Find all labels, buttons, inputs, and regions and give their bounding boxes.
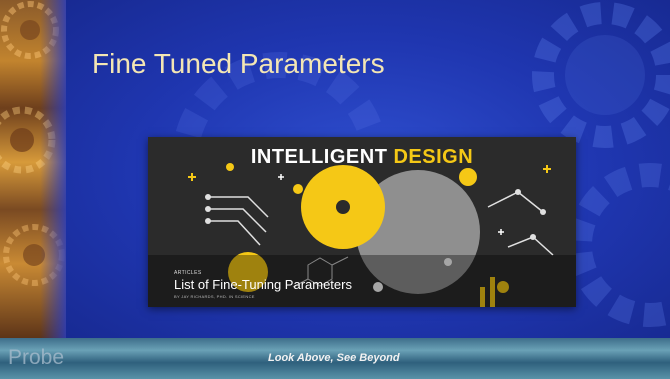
gear-hub bbox=[20, 20, 40, 40]
article-image: INTELLIGENT DESIGN ARTICLES List of Fine… bbox=[148, 137, 576, 307]
heading-word-design: DESIGN bbox=[393, 146, 474, 168]
gear-watermark-icon bbox=[532, 2, 670, 148]
article-title: List of Fine-Tuning Parameters bbox=[174, 277, 352, 292]
small-yellow-dot bbox=[459, 168, 477, 186]
decorative-side-strip bbox=[0, 0, 66, 338]
gear-pattern bbox=[0, 1, 65, 286]
slide: Fine Tuned Parameters INTELLIGENT DESIGN… bbox=[0, 0, 670, 379]
small-yellow-dot bbox=[293, 184, 303, 194]
footer-tagline: Look Above, See Beyond bbox=[268, 352, 400, 364]
probe-logo: Probe bbox=[8, 346, 65, 369]
article-byline: BY JAY RICHARDS, PHD. IN SCIENCE bbox=[174, 294, 255, 299]
gear-hub bbox=[10, 128, 34, 152]
article-heading: INTELLIGENT DESIGN bbox=[148, 146, 576, 169]
gear-watermark-icon bbox=[568, 163, 670, 327]
article-category: ARTICLES bbox=[174, 270, 202, 276]
gear-hub bbox=[23, 244, 45, 266]
footer-bar: Probe Look Above, See Beyond bbox=[0, 338, 670, 379]
slide-title: Fine Tuned Parameters bbox=[92, 48, 385, 79]
article-caption: ARTICLES List of Fine-Tuning Parameters … bbox=[174, 270, 352, 299]
heading-word-intelligent: INTELLIGENT bbox=[250, 146, 388, 168]
circle-center-dot bbox=[336, 200, 350, 214]
